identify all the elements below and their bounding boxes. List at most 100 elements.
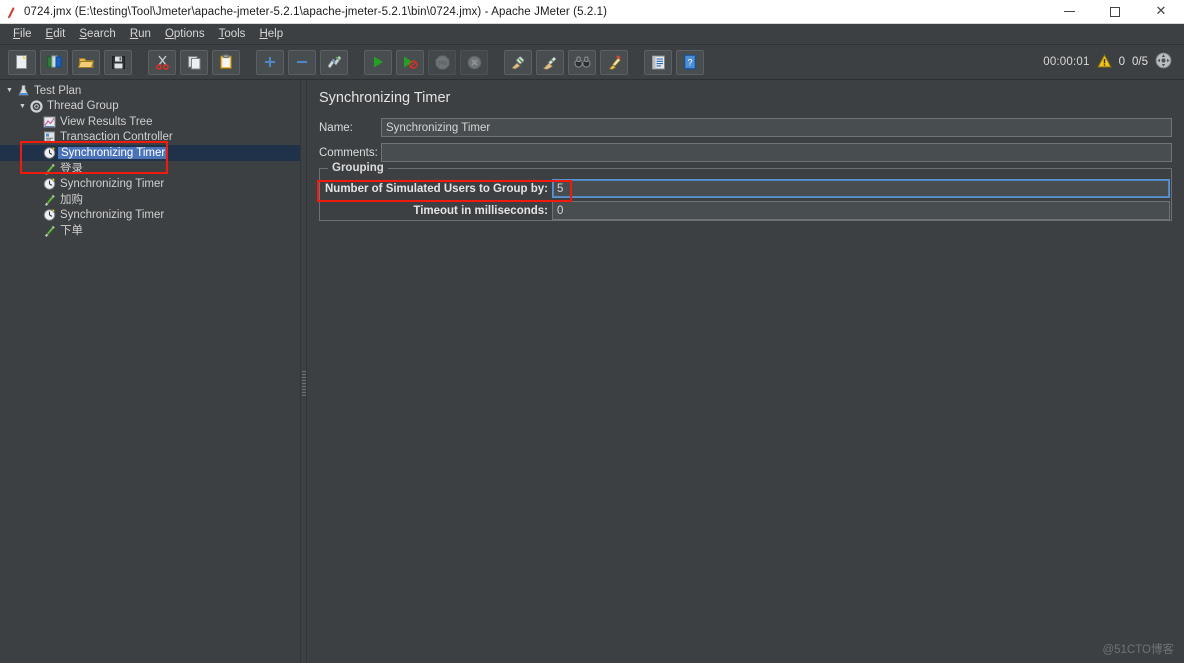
users-row: Number of Simulated Users to Group by: — [320, 179, 1171, 198]
comments-label: Comments: — [319, 146, 378, 159]
templates-icon — [46, 55, 61, 68]
copy-button[interactable] — [180, 49, 208, 75]
templates-button[interactable] — [40, 49, 68, 75]
chevron-down-icon[interactable]: ▼ — [17, 103, 28, 110]
tree-node-label: 下单 — [60, 225, 83, 238]
clear-all-button[interactable] — [536, 49, 564, 75]
play-green-icon — [374, 56, 383, 68]
scissors-icon — [155, 55, 169, 70]
menu-help[interactable]: Help — [252, 26, 290, 42]
maximize-button[interactable] — [1092, 0, 1138, 24]
menu-tools[interactable]: Tools — [212, 26, 253, 42]
name-input[interactable] — [381, 118, 1172, 137]
clipboard-icon — [220, 54, 232, 69]
function-helper-button[interactable] — [644, 49, 672, 75]
menu-edit[interactable]: Edit — [39, 26, 73, 42]
new-document-icon — [16, 55, 27, 69]
tree-node-sampler-addcart[interactable]: 加购 — [0, 192, 300, 208]
menu-options[interactable]: Options — [158, 26, 212, 42]
cut-button[interactable] — [148, 49, 176, 75]
elapsed-time: 00:00:01 — [1043, 56, 1090, 68]
test-plan-tree-panel[interactable]: ▼ Test Plan ▼ Thread Group View Results … — [0, 80, 300, 663]
timer-form: Name: Comments: Grouping Number of Simul… — [307, 106, 1184, 221]
sampler-pen-icon — [41, 161, 58, 176]
users-input[interactable] — [552, 179, 1170, 198]
paste-button[interactable] — [212, 49, 240, 75]
users-label: Number of Simulated Users to Group by: — [325, 182, 548, 195]
reset-search-icon — [608, 55, 621, 70]
close-button[interactable]: ✕ — [1138, 0, 1184, 24]
tree-node-thread-group[interactable]: ▼ Thread Group — [0, 99, 300, 115]
clear-button[interactable] — [504, 49, 532, 75]
expand-all-button[interactable] — [256, 49, 284, 75]
close-icon: ✕ — [1155, 4, 1167, 19]
tree-node-label: Synchronizing Timer — [58, 146, 169, 159]
split-divider[interactable] — [300, 80, 307, 663]
menu-bar: File Edit Search Run Options Tools Help — [0, 24, 1184, 45]
page-title: Synchronizing Timer — [319, 90, 451, 106]
binoculars-icon — [574, 56, 590, 68]
svg-text:?: ? — [687, 57, 692, 67]
stop-octagon-icon: STO — [435, 55, 449, 69]
test-plan-tree: ▼ Test Plan ▼ Thread Group View Results … — [0, 80, 300, 238]
window-controls: ✕ — [1046, 0, 1184, 24]
play-no-pause-icon — [404, 56, 418, 69]
stop-button[interactable]: STO — [428, 49, 456, 75]
clear-broom-icon — [511, 56, 525, 70]
collapse-all-button[interactable] — [288, 49, 316, 75]
chevron-down-icon[interactable]: ▼ — [4, 87, 15, 94]
grouping-group: Grouping Number of Simulated Users to Gr… — [319, 162, 1172, 221]
new-test-plan-button[interactable] — [8, 49, 36, 75]
shutdown-button[interactable] — [460, 49, 488, 75]
clear-all-broom-icon — [542, 56, 557, 70]
start-button[interactable] — [364, 49, 392, 75]
warning-triangle-icon[interactable] — [1096, 53, 1112, 71]
toolbar: STO ? 00:00:01 0 0/5 — [0, 45, 1184, 80]
view-results-tree-icon — [41, 114, 58, 129]
start-no-pauses-button[interactable] — [396, 49, 424, 75]
tree-node-synchronizing-timer-1[interactable]: Synchronizing Timer — [0, 145, 300, 161]
save-button[interactable] — [104, 49, 132, 75]
tree-node-test-plan[interactable]: ▼ Test Plan — [0, 83, 300, 99]
comments-input[interactable] — [381, 143, 1172, 162]
thread-count: 0/5 — [1132, 56, 1148, 68]
timeout-input[interactable] — [552, 201, 1170, 220]
plus-icon — [265, 57, 275, 67]
tree-node-label: Synchronizing Timer — [60, 177, 165, 190]
search-button[interactable] — [568, 49, 596, 75]
tree-node-label: Thread Group — [47, 100, 119, 113]
help-button[interactable]: ? — [676, 49, 704, 75]
open-button[interactable] — [72, 49, 100, 75]
minimize-button[interactable] — [1046, 0, 1092, 24]
function-list-icon — [651, 55, 665, 69]
tree-node-label: View Results Tree — [60, 115, 153, 128]
sampler-pen-icon — [41, 192, 58, 207]
name-row: Name: — [319, 118, 1172, 137]
timeout-label: Timeout in milliseconds: — [413, 204, 548, 217]
timeout-row: Timeout in milliseconds: — [320, 201, 1171, 220]
reset-search-button[interactable] — [600, 49, 628, 75]
tree-node-label: Transaction Controller — [60, 131, 173, 144]
tree-node-synchronizing-timer-3[interactable]: Synchronizing Timer — [0, 207, 300, 223]
minimize-icon — [1063, 11, 1075, 12]
timer-clock-icon — [41, 207, 58, 222]
tree-node-view-results-tree[interactable]: View Results Tree — [0, 114, 300, 130]
warning-count: 0 — [1118, 56, 1125, 68]
open-folder-icon — [77, 57, 94, 68]
tree-node-synchronizing-timer-2[interactable]: Synchronizing Timer — [0, 176, 300, 192]
tree-node-label: Test Plan — [34, 84, 82, 97]
tree-node-sampler-login[interactable]: 登录 — [0, 161, 300, 177]
menu-run[interactable]: Run — [123, 26, 158, 42]
split-divider-grip[interactable] — [302, 370, 306, 396]
thread-group-icon — [28, 99, 45, 114]
transaction-controller-icon — [41, 130, 58, 145]
tree-node-transaction-controller[interactable]: Transaction Controller — [0, 130, 300, 146]
menu-search[interactable]: Search — [72, 26, 122, 42]
jmeter-window: 0724.jmx (E:\testing\Tool\Jmeter\apache-… — [0, 0, 1184, 663]
element-config-panel: Synchronizing Timer Name: Comments: Grou… — [307, 80, 1184, 663]
menu-file[interactable]: File — [6, 26, 39, 42]
watermark: @51CTO博客 — [1102, 644, 1174, 656]
jmeter-feather-icon — [0, 0, 22, 24]
toggle-button[interactable] — [320, 49, 348, 75]
tree-node-sampler-order[interactable]: 下单 — [0, 223, 300, 239]
